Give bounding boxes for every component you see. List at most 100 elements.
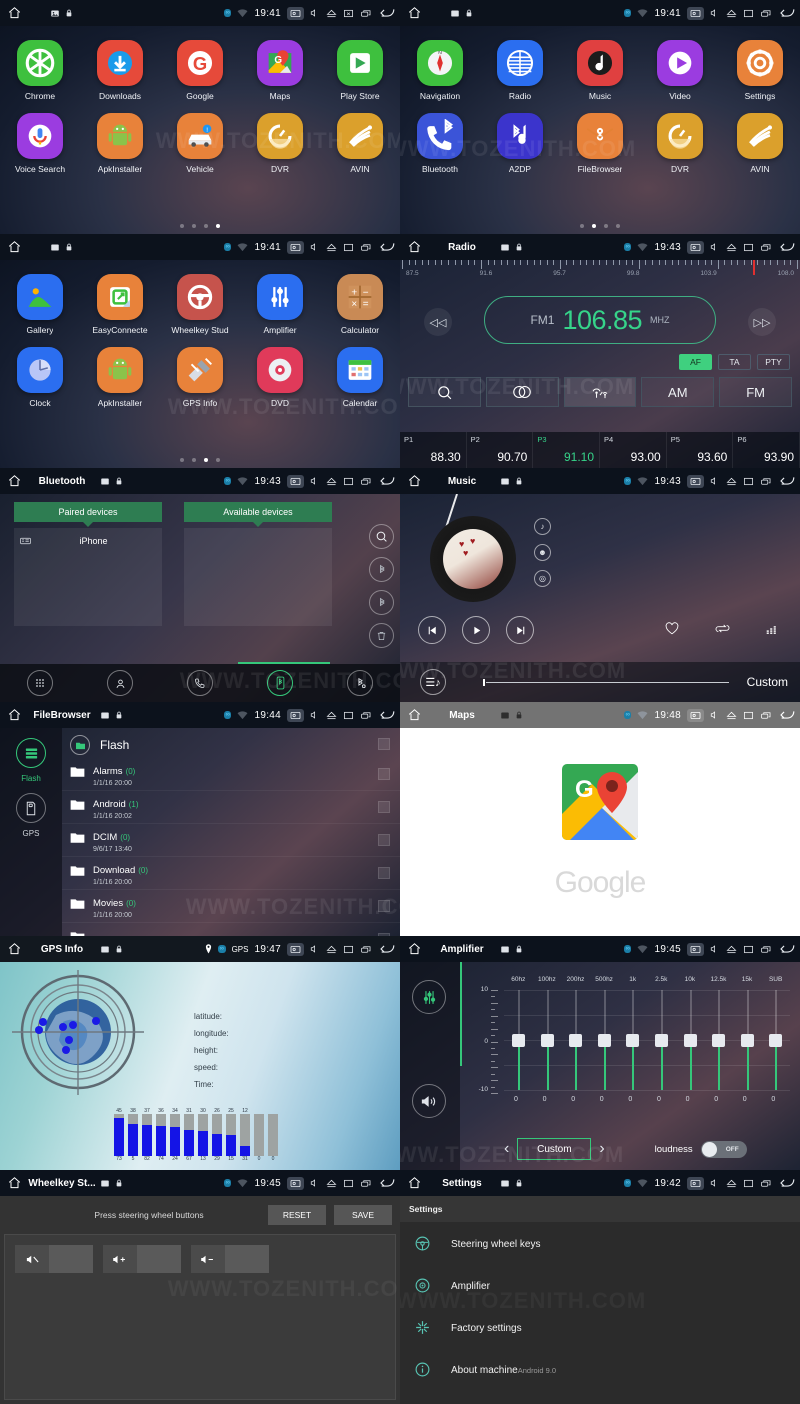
app-play-store[interactable]: Play Store [320, 40, 400, 101]
back-icon[interactable] [378, 7, 395, 19]
screenshot-icon[interactable] [287, 942, 304, 956]
settings-item-steering-wheel-keys[interactable]: Steering wheel keys [400, 1222, 800, 1264]
app-google[interactable]: G Google [160, 40, 240, 101]
file-row[interactable]: Download (0) 1/1/16 20:00 [62, 857, 400, 890]
back-icon[interactable] [378, 241, 395, 253]
close-window-icon[interactable] [743, 243, 754, 252]
eq-preset-label[interactable]: Custom [747, 675, 788, 689]
eject-icon[interactable] [326, 9, 337, 18]
app-apkinstaller[interactable]: ApkInstaller [80, 113, 160, 174]
recents-icon[interactable] [760, 477, 772, 486]
search-icon[interactable] [369, 524, 394, 549]
eject-icon[interactable] [726, 1179, 737, 1188]
app-voice-search[interactable]: Voice Search [0, 113, 80, 174]
app-navigation[interactable]: N Navigation [400, 40, 480, 101]
eject-icon[interactable] [726, 945, 737, 954]
equalizer-icon[interactable] [766, 622, 780, 640]
eq-knob[interactable] [569, 1034, 583, 1047]
paired-device-item[interactable]: iPhone [14, 528, 162, 554]
home-icon[interactable] [0, 6, 28, 20]
file-row[interactable]: Alarms (0) 1/1/16 20:00 [62, 758, 400, 791]
recents-icon[interactable] [360, 477, 372, 486]
recents-icon[interactable] [760, 1179, 772, 1188]
home-icon[interactable] [400, 6, 428, 20]
file-checkbox[interactable] [378, 801, 390, 813]
app-music[interactable]: Music [560, 40, 640, 101]
app-easyconnecte[interactable]: EasyConnecte [80, 274, 160, 335]
mute-icon[interactable] [710, 944, 720, 954]
app-gps-info[interactable]: GPS Info [160, 347, 240, 408]
eject-icon[interactable] [326, 945, 337, 954]
key-mute[interactable] [15, 1245, 93, 1273]
tab-available-devices[interactable]: Available devices [184, 502, 332, 527]
back-icon[interactable] [378, 709, 395, 721]
screenshot-icon[interactable] [287, 6, 304, 20]
current-folder-row[interactable]: Flash [62, 732, 400, 758]
trash-icon[interactable] [369, 623, 394, 648]
settings-item-amplifier[interactable]: Amplifier [400, 1264, 800, 1306]
eject-icon[interactable] [326, 711, 337, 720]
screenshot-icon[interactable] [687, 240, 704, 254]
eq-preset-button[interactable]: Custom [517, 1138, 592, 1160]
app-chrome[interactable]: Chrome [0, 40, 80, 101]
app-clock[interactable]: Clock [0, 347, 80, 408]
screenshot-icon[interactable] [687, 474, 704, 488]
app-filebrowser[interactable]: FileBrowser [560, 113, 640, 174]
mute-icon[interactable] [710, 476, 720, 486]
preset-p4[interactable]: P4 93.00 [600, 432, 667, 468]
file-row[interactable]: Movies (0) 1/1/16 20:00 [62, 890, 400, 923]
close-window-icon[interactable] [343, 477, 354, 486]
mute-icon[interactable] [310, 8, 320, 18]
paired-device-list[interactable]: iPhone [14, 528, 162, 626]
close-window-icon[interactable] [343, 945, 354, 954]
file-row[interactable]: Music(0) [62, 923, 400, 936]
mute-icon[interactable] [310, 476, 320, 486]
contacts-icon[interactable] [107, 670, 133, 696]
screenshot-icon[interactable] [287, 240, 304, 254]
home-icon[interactable] [0, 240, 28, 254]
artist-icon[interactable]: ☻ [534, 544, 551, 561]
screenshot-icon[interactable] [687, 708, 704, 722]
app-a2dp[interactable]: A2DP [480, 113, 560, 174]
mute-icon[interactable] [710, 8, 720, 18]
local-distant-button[interactable] [563, 377, 637, 407]
eq-knob[interactable] [683, 1034, 697, 1047]
save-button[interactable]: SAVE [334, 1205, 392, 1225]
home-icon[interactable] [0, 1176, 28, 1190]
app-avin[interactable]: AVIN [320, 113, 400, 174]
screenshot-icon[interactable] [287, 1176, 304, 1190]
file-checkbox[interactable] [378, 768, 390, 780]
album-icon[interactable]: ◎ [534, 570, 551, 587]
screenshot-icon[interactable] [687, 942, 704, 956]
rds-af-button[interactable]: AF [679, 354, 712, 370]
select-all-checkbox[interactable] [378, 738, 390, 750]
file-checkbox[interactable] [378, 867, 390, 879]
close-window-icon[interactable] [343, 711, 354, 720]
home-icon[interactable] [400, 942, 428, 956]
file-row[interactable]: Android (1) 1/1/16 20:02 [62, 791, 400, 824]
app-gallery[interactable]: Gallery [0, 274, 80, 335]
bluetooth-disconnect-icon[interactable] [369, 590, 394, 615]
call-log-icon[interactable] [187, 670, 213, 696]
screenshot-icon[interactable] [287, 708, 304, 722]
mute-icon[interactable] [710, 242, 720, 252]
bluetooth-settings-icon[interactable] [347, 670, 373, 696]
rewind-icon[interactable]: ◁◁ [424, 308, 452, 336]
key-volume-down[interactable] [191, 1245, 269, 1273]
app-calculator[interactable]: + − × = Calculator [320, 274, 400, 335]
eject-icon[interactable] [726, 711, 737, 720]
stereo-button[interactable] [485, 377, 559, 407]
mute-icon[interactable] [710, 1178, 720, 1188]
back-icon[interactable] [778, 1177, 795, 1189]
tab-paired-devices[interactable]: Paired devices [14, 502, 162, 527]
chevron-left-icon[interactable]: ‹ [496, 1140, 517, 1158]
recents-icon[interactable] [360, 711, 372, 720]
eject-icon[interactable] [726, 9, 737, 18]
close-window-icon[interactable] [743, 711, 754, 720]
sidebar-item-flash[interactable] [16, 738, 46, 768]
mute-icon[interactable] [310, 944, 320, 954]
home-icon[interactable] [400, 1176, 428, 1190]
sidebar-item-gps[interactable] [16, 793, 46, 823]
app-maps[interactable]: G Maps [240, 40, 320, 101]
available-device-list[interactable] [184, 528, 332, 626]
